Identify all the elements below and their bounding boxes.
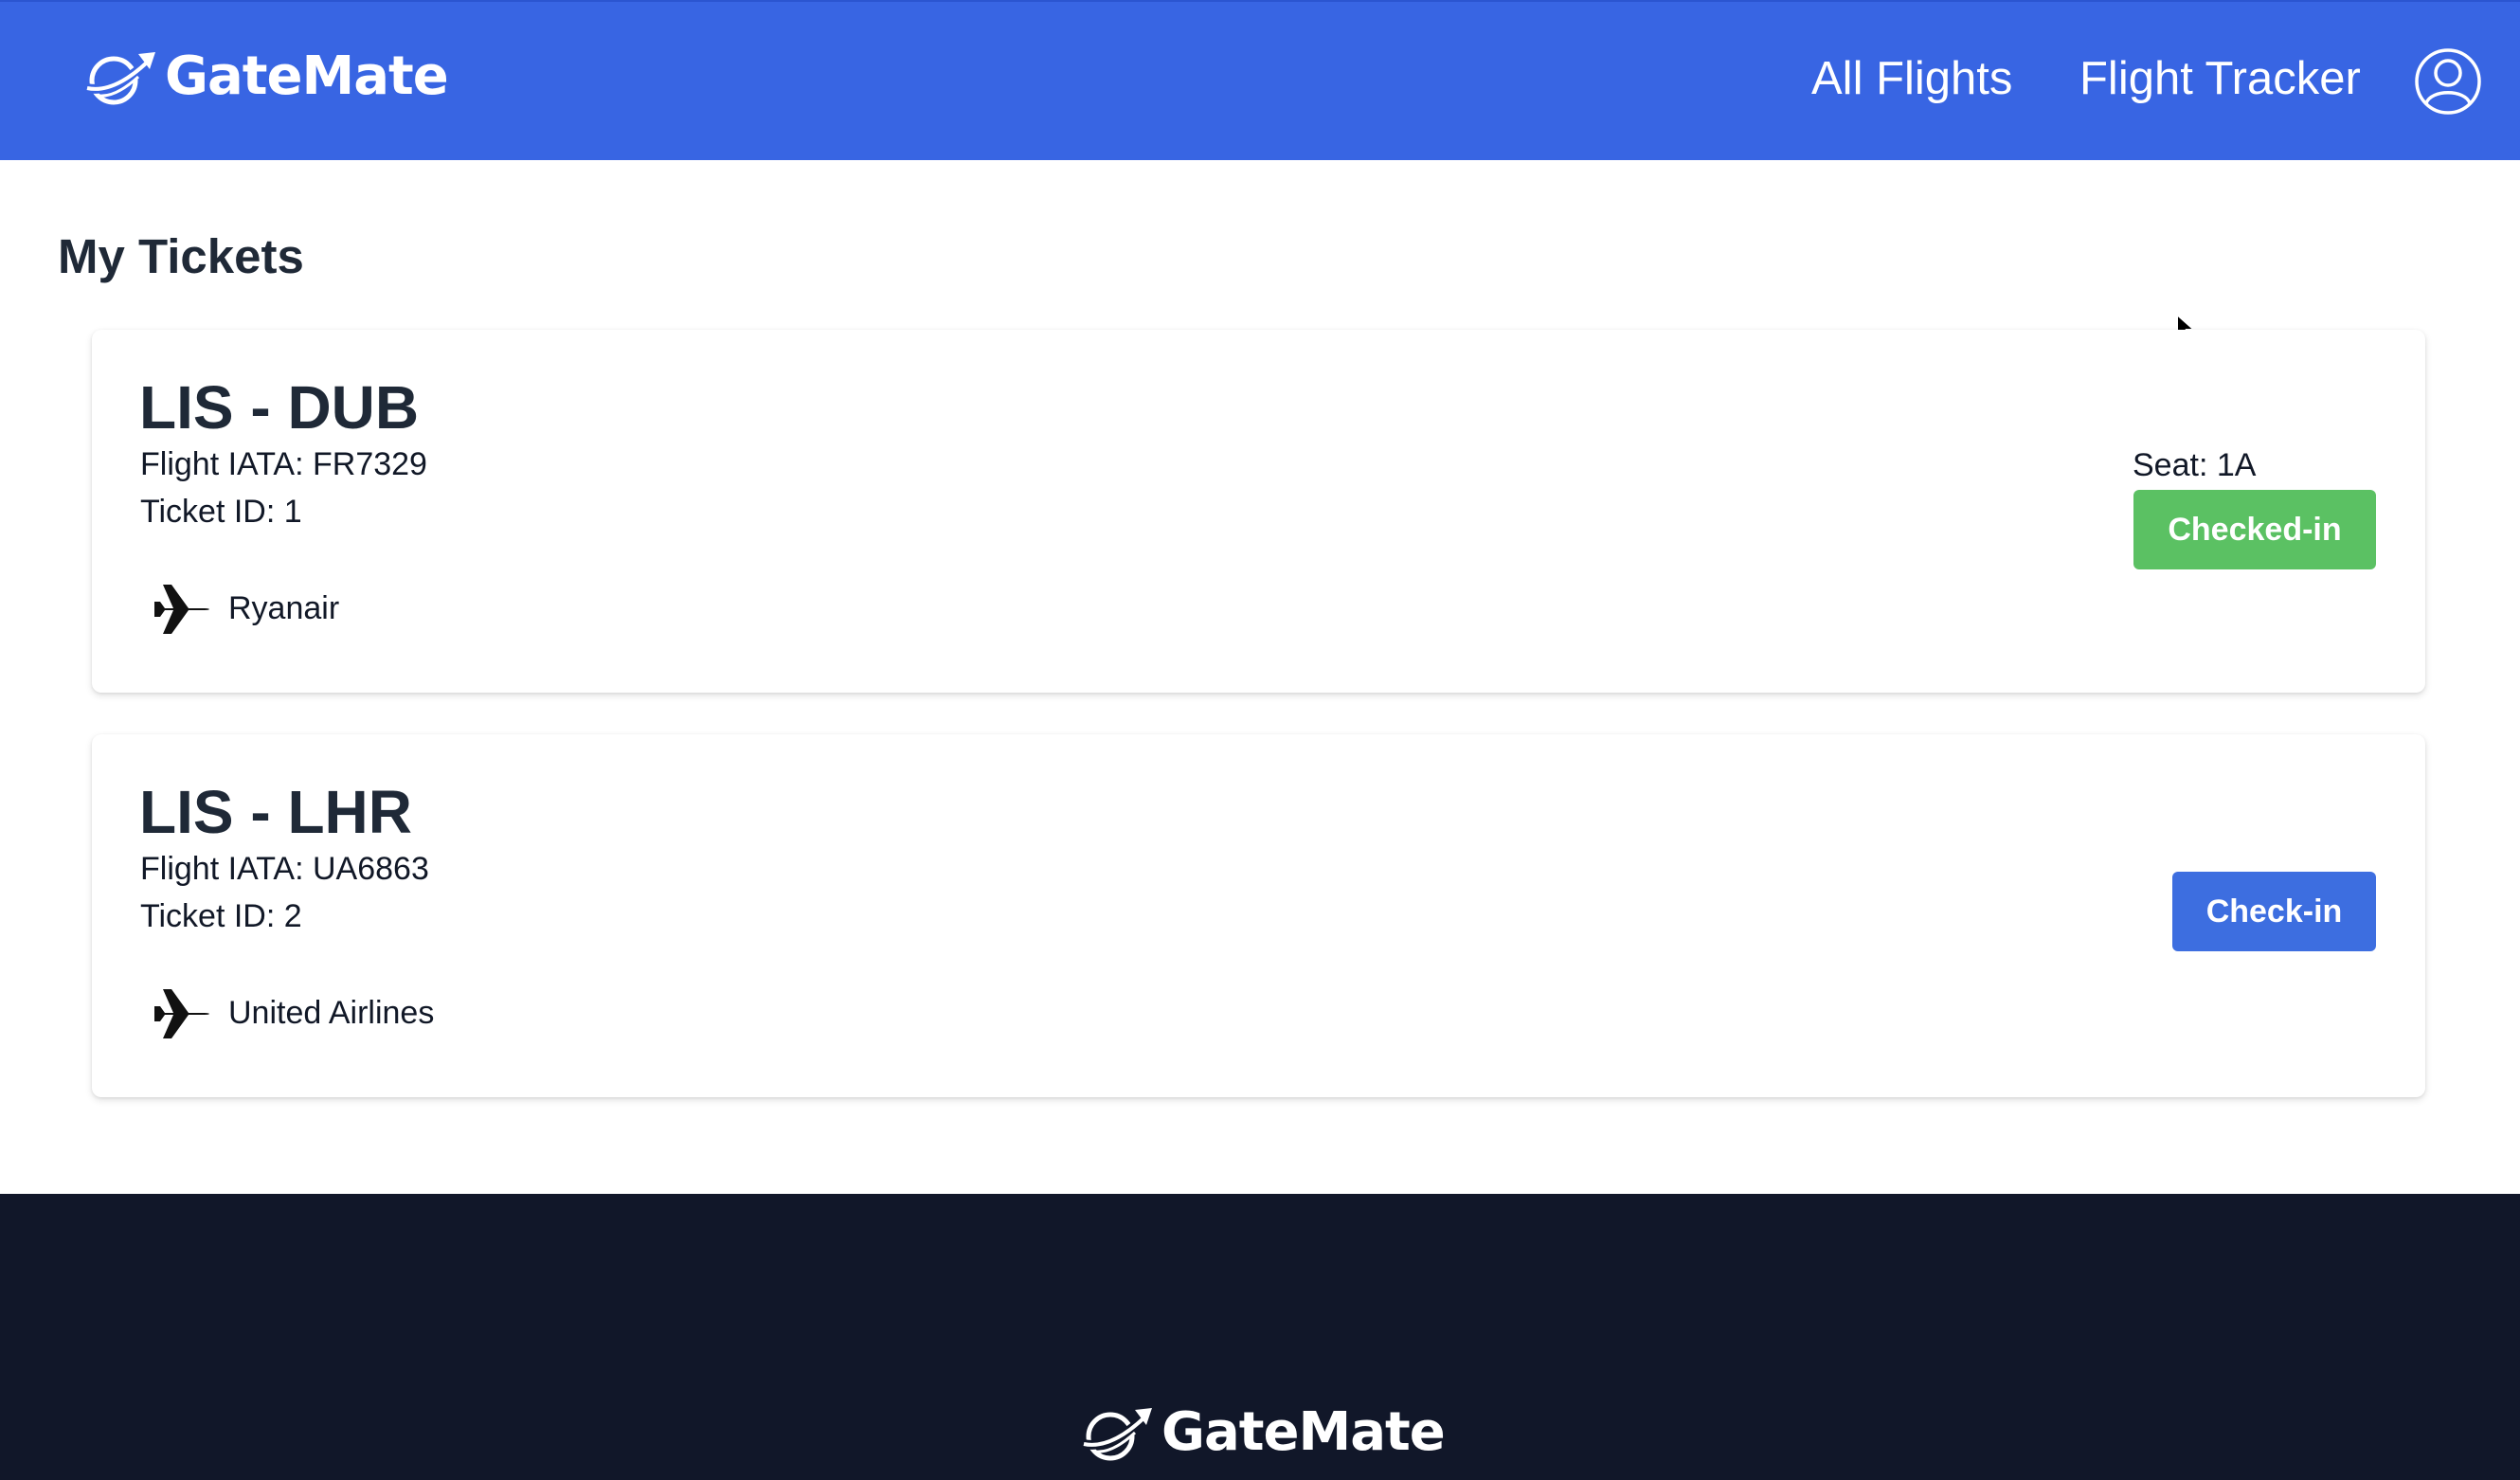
footer-brand-name: GateMate (1161, 1401, 1446, 1463)
footer-brand-link[interactable]: GateMate (1078, 1401, 1446, 1463)
checked-in-button[interactable]: Checked-in (2133, 490, 2376, 569)
airline-row: United Airlines (151, 984, 434, 1042)
plane-globe-logo-icon (85, 52, 155, 105)
brand-name: GateMate (165, 45, 449, 107)
ticket-card: LIS - DUB Flight IATA: FR7329 Ticket ID:… (92, 330, 2425, 693)
ticket-id: Ticket ID: 1 (140, 494, 302, 530)
top-navbar: GateMate All Flights Flight Tracker (0, 0, 2520, 160)
brand-logo-link[interactable]: GateMate (81, 44, 449, 110)
ticket-card: LIS - LHR Flight IATA: UA6863 Ticket ID:… (92, 734, 2425, 1097)
check-in-button[interactable]: Check-in (2172, 872, 2376, 951)
page-title: My Tickets (58, 229, 304, 283)
nav-all-flights[interactable]: All Flights (1811, 51, 2012, 107)
flight-iata: Flight IATA: UA6863 (140, 851, 429, 887)
airline-row: Ryanair (151, 579, 339, 638)
ticket-id: Ticket ID: 2 (140, 898, 302, 934)
flight-iata: Flight IATA: FR7329 (140, 446, 427, 482)
user-circle-icon[interactable] (2414, 47, 2482, 116)
nav-flight-tracker[interactable]: Flight Tracker (2079, 51, 2361, 107)
plane-globe-logo-icon (1082, 1408, 1152, 1461)
airline-name: Ryanair (228, 589, 340, 626)
footer: GateMate (0, 1194, 2520, 1480)
airline-name: United Airlines (228, 994, 435, 1031)
airplane-icon (154, 585, 209, 634)
seat-label: Seat: 1A (2133, 447, 2257, 483)
ticket-route: LIS - DUB (139, 373, 420, 442)
airplane-icon (154, 989, 209, 1038)
ticket-route: LIS - LHR (139, 778, 412, 846)
